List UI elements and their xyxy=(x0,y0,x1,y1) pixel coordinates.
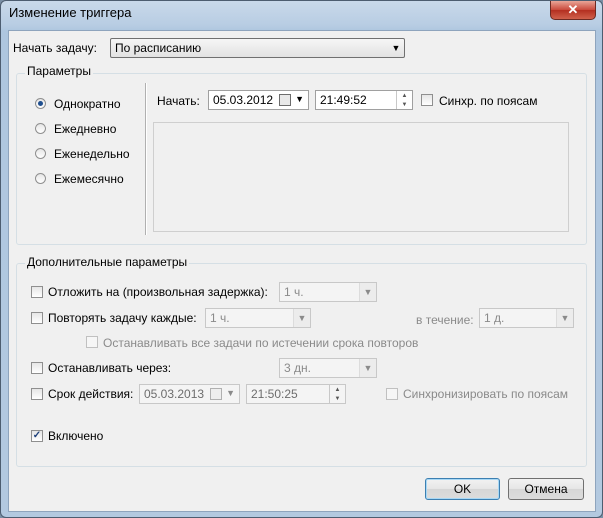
chevron-down-icon: ▼ xyxy=(226,388,235,398)
radio-once[interactable] xyxy=(35,98,46,109)
radio-daily[interactable] xyxy=(35,123,46,134)
expire-date-value: 05.03.2013 xyxy=(144,387,205,401)
delay-label: Отложить на (произвольная задержка): xyxy=(48,285,268,299)
window-title: Изменение триггера xyxy=(9,5,132,20)
radio-monthly[interactable] xyxy=(35,173,46,184)
stop-after-select[interactable]: 3 дн. ▼ xyxy=(279,358,377,378)
repeat-label: Повторять задачу каждые: xyxy=(48,311,197,325)
radio-daily-label: Ежедневно xyxy=(54,122,117,136)
spin-up-icon[interactable]: ▲ xyxy=(397,91,412,100)
calendar-icon xyxy=(279,94,291,106)
advanced-title: Дополнительные параметры xyxy=(25,255,190,269)
chevron-down-icon: ▼ xyxy=(359,359,376,377)
delay-value: 1 ч. xyxy=(284,285,304,299)
ok-button-label: OK xyxy=(453,482,472,496)
dialog-body: Начать задачу: По расписанию ▼ Параметры… xyxy=(8,30,596,512)
begin-task-value: По расписанию xyxy=(115,41,202,55)
enabled-checkbox[interactable]: ✓ xyxy=(31,430,43,442)
expire-checkbox[interactable] xyxy=(31,388,43,400)
expire-label: Срок действия: xyxy=(48,387,134,401)
calendar-icon xyxy=(210,388,222,400)
delay-checkbox[interactable] xyxy=(31,286,43,298)
parameters-title: Параметры xyxy=(25,64,93,78)
enabled-label: Включено xyxy=(48,429,104,443)
radio-weekly-label: Еженедельно xyxy=(54,147,130,161)
begin-task-label: Начать задачу: xyxy=(13,41,97,55)
stop-all-label: Останавливать все задачи по истечении ср… xyxy=(103,336,419,350)
expire-time-value: 21:50:25 xyxy=(251,387,298,401)
chevron-down-icon: ▼ xyxy=(391,43,401,53)
repeat-select[interactable]: 1 ч. ▼ xyxy=(205,308,311,328)
radio-once-label: Однократно xyxy=(54,97,121,111)
duration-value: 1 д. xyxy=(484,311,505,325)
trigger-dialog: Изменение триггера ✕ Начать задачу: По р… xyxy=(0,0,603,518)
start-time-spinner[interactable]: ▲ ▼ xyxy=(396,91,412,109)
expire-sync-checkbox[interactable] xyxy=(386,388,398,400)
start-label: Начать: xyxy=(157,94,200,108)
sync-timezone-checkbox[interactable] xyxy=(421,94,433,106)
expire-sync-label: Синхронизировать по поясам xyxy=(403,387,569,401)
expire-time-field[interactable]: 21:50:25 ▲ ▼ xyxy=(246,384,346,404)
chevron-down-icon: ▼ xyxy=(293,309,310,327)
expire-time-spinner[interactable]: ▲ ▼ xyxy=(329,385,345,403)
parameters-separator xyxy=(145,83,147,235)
start-time-field[interactable]: 21:49:52 ▲ ▼ xyxy=(315,90,413,110)
schedule-details-panel xyxy=(153,122,569,232)
start-time-value: 21:49:52 xyxy=(320,93,367,107)
radio-weekly[interactable] xyxy=(35,148,46,159)
cancel-button[interactable]: Отмена xyxy=(508,478,584,500)
stop-after-value: 3 дн. xyxy=(284,361,311,375)
duration-label: в течение: xyxy=(416,313,474,327)
stop-all-checkbox[interactable] xyxy=(86,336,98,348)
stop-after-label: Останавливать через: xyxy=(48,361,172,375)
sync-timezone-label: Синхр. по поясам xyxy=(439,94,538,108)
duration-select[interactable]: 1 д. ▼ xyxy=(479,308,574,328)
spin-down-icon[interactable]: ▼ xyxy=(330,394,345,403)
chevron-down-icon: ▼ xyxy=(556,309,573,327)
begin-task-select[interactable]: По расписанию ▼ xyxy=(110,38,405,58)
stop-after-checkbox[interactable] xyxy=(31,362,43,374)
chevron-down-icon: ▼ xyxy=(359,283,376,301)
delay-select[interactable]: 1 ч. ▼ xyxy=(279,282,377,302)
repeat-checkbox[interactable] xyxy=(31,312,43,324)
close-button[interactable]: ✕ xyxy=(550,1,596,20)
start-date-picker[interactable]: 05.03.2012 ▼ xyxy=(208,90,309,110)
spin-down-icon[interactable]: ▼ xyxy=(397,100,412,109)
expire-date-picker[interactable]: 05.03.2013 ▼ xyxy=(139,384,240,404)
ok-button[interactable]: OK xyxy=(425,478,500,500)
close-icon: ✕ xyxy=(567,2,579,17)
radio-monthly-label: Ежемесячно xyxy=(54,172,124,186)
checkmark-icon: ✓ xyxy=(32,430,42,441)
spin-up-icon[interactable]: ▲ xyxy=(330,385,345,394)
repeat-value: 1 ч. xyxy=(210,311,230,325)
chevron-down-icon: ▼ xyxy=(295,94,304,104)
cancel-button-label: Отмена xyxy=(524,482,568,496)
start-date-value: 05.03.2012 xyxy=(213,93,274,107)
